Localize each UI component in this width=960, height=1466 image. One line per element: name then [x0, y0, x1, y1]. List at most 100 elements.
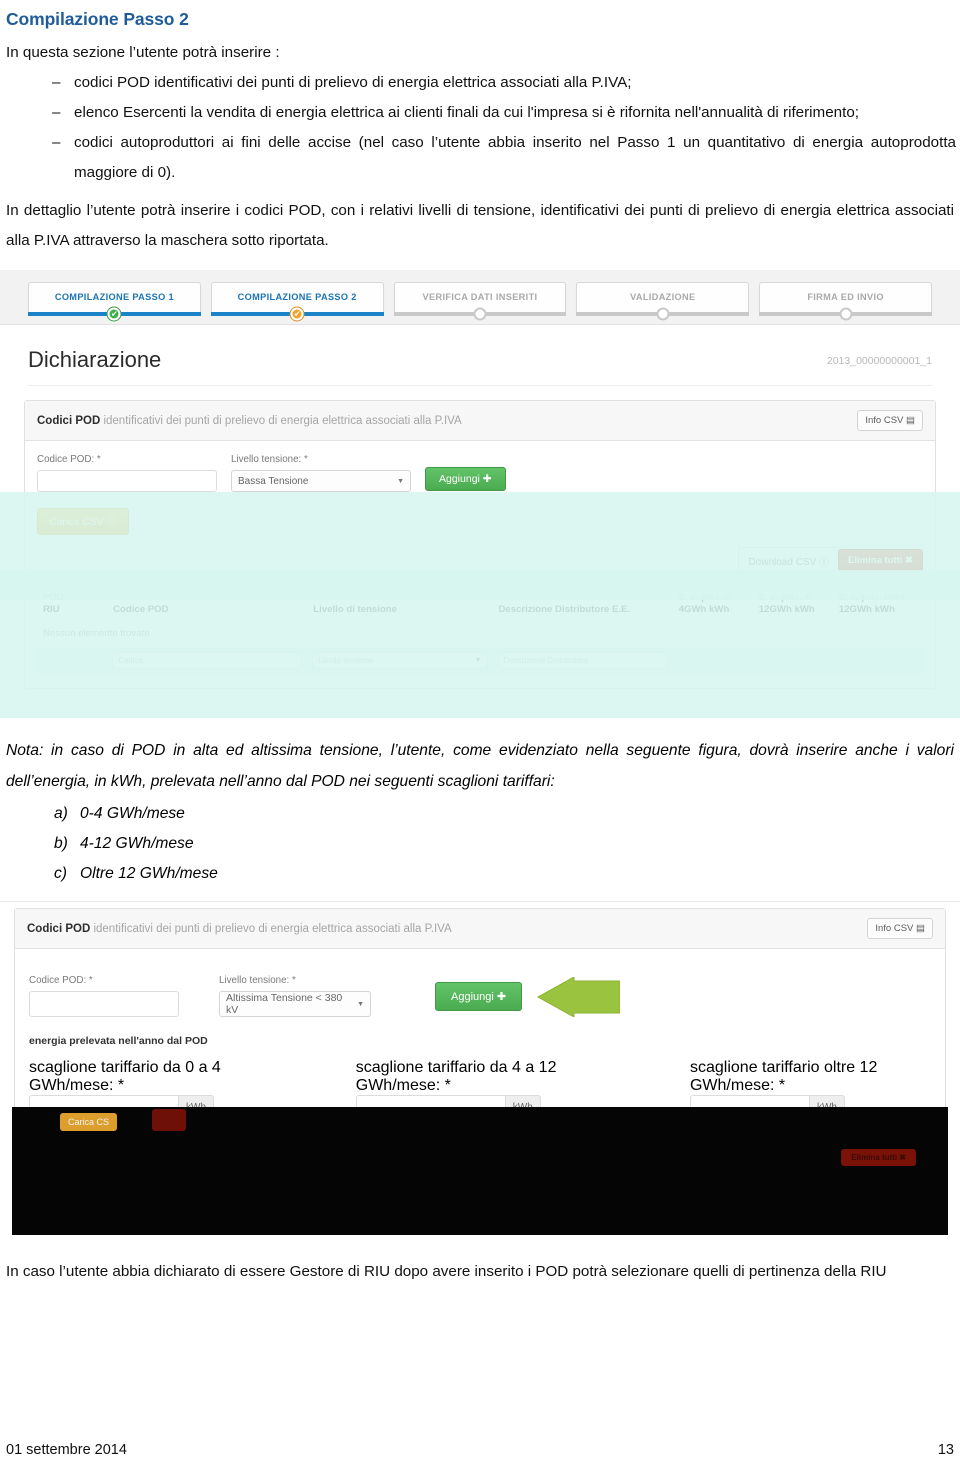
- obscured-button[interactable]: [152, 1109, 186, 1131]
- chevron-down-icon: ▼: [474, 657, 482, 664]
- codice-pod-label: Codice POD: *: [37, 454, 101, 465]
- col-descrizione-distributore: Descrizione Distributore E.E.: [498, 604, 631, 615]
- cell-livello-select: Livello tensione ▼: [307, 647, 493, 674]
- wizard-step-verifica-dati-inseriti[interactable]: VERIFICA DATI INSERITI: [393, 281, 567, 320]
- aggiungi-button-2[interactable]: Aggiungi ✚: [435, 982, 523, 1011]
- closing-block: In caso l’utente abbia dichiarato di ess…: [0, 1239, 960, 1287]
- col-codice-pod: Codice POD: [113, 604, 169, 615]
- wizard-step-bar: ✔: [28, 307, 201, 320]
- carica-csv-button-2[interactable]: Carica CS: [60, 1113, 118, 1131]
- row-livello-value: Livello tensione: [318, 656, 374, 665]
- codice-pod-label-2: Codice POD: *: [29, 975, 93, 986]
- darkened-screenshot-region: Carica CS Elimina tutti ✖: [12, 1107, 948, 1235]
- table-header-row: POD RIU Codice POD Livello di tensione D…: [37, 590, 923, 624]
- chevron-down-icon: ▼: [357, 1000, 364, 1008]
- dash-bullet-icon: –: [52, 134, 61, 151]
- empty-circle-icon: [839, 307, 853, 320]
- list-item: a) 0-4 GWh/mese: [4, 799, 956, 829]
- info-csv-label: Info CSV: [865, 415, 904, 426]
- table-row-empty: Nessun elemento trovato: [37, 624, 923, 647]
- list-item: – elenco Esercenti la vendita di energia…: [4, 98, 956, 128]
- wizard-step-compilazione-passo-2[interactable]: COMPILAZIONE PASSO 2 ✔: [210, 281, 384, 320]
- info-csv-button-2[interactable]: Info CSV ▤: [867, 918, 933, 939]
- codice-pod-input-2[interactable]: [29, 991, 179, 1017]
- livello-tensione-select[interactable]: Bassa Tensione ▼: [231, 470, 411, 492]
- wizard-step-bar: [576, 307, 750, 320]
- livello-tensione-label: Livello tensione: *: [231, 454, 308, 465]
- divider: [28, 385, 932, 386]
- document-body: Compilazione Passo 2 In questa sezione l…: [0, 9, 960, 270]
- aggiungi-field-group: Aggiungi ✚: [425, 451, 506, 492]
- scaglione-4-12-label: scaglione tariffario da 4 a 12 GWh/mese:…: [355, 1059, 557, 1094]
- carica-csv-button[interactable]: Carica CSV ⓘ: [37, 508, 130, 535]
- cell-distributore-input: Descrizione Distributore: [492, 647, 673, 674]
- wizard-step-bar: [393, 307, 567, 320]
- row-distributore-input[interactable]: Descrizione Distributore: [497, 652, 668, 669]
- panel-title-sub: identificativi dei punti di prelievo di …: [90, 922, 452, 935]
- detail-paragraph: In dettaglio l’utente potrà inserire i c…: [6, 202, 954, 249]
- pod-table-head: POD RIU Codice POD Livello di tensione D…: [37, 590, 923, 624]
- cell-ee-4-12: [752, 647, 833, 674]
- download-csv-button[interactable]: Download CSV ⓘ: [738, 547, 839, 574]
- info-csv-button[interactable]: Info CSV ▤: [857, 410, 923, 431]
- elimina-tutti-button-2[interactable]: Elimina tutti ✖: [841, 1149, 916, 1166]
- wizard-step-validazione[interactable]: VALIDAZIONE: [576, 281, 750, 320]
- dash-bullet-icon: –: [52, 74, 61, 91]
- cell-riu-checkbox: [37, 647, 108, 674]
- dash-bullet-icon: –: [52, 104, 61, 121]
- list-item-text: codici POD identificativi dei punti di p…: [74, 74, 632, 91]
- wizard-step-firma-ed-invio[interactable]: FIRMA ED INVIO: [759, 281, 932, 320]
- row-livello-tensione-select[interactable]: Livello tensione ▼: [312, 652, 488, 669]
- codice-pod-field-group: Codice POD: *: [37, 454, 217, 492]
- declaration-id: 2013_00000000001_1: [826, 355, 932, 367]
- codice-pod-input[interactable]: [37, 470, 217, 492]
- row-codice-input[interactable]: Codice: [112, 652, 303, 669]
- col-ee-prel-oltre-12gwh: E. e. prel. oltre 12GWh kWh: [838, 592, 905, 615]
- scaglioni-list: a) 0-4 GWh/mese b) 4-12 GWh/mese c) Oltr…: [4, 799, 956, 889]
- pod-table-body: Nessun elemento trovato Codice Livello t…: [37, 624, 923, 674]
- col-ee-prel-0-4gwh: E. e. prel. 0- 4GWh kWh: [678, 592, 733, 615]
- elimina-tutti-button[interactable]: Elimina tutti ✖: [838, 549, 923, 572]
- cell-ee-oltre-12: [832, 647, 923, 674]
- chevron-down-icon: ▼: [397, 477, 404, 485]
- check-circle-icon: ✔: [107, 307, 121, 320]
- list-item-text: codici autoproduttori ai fini delle acci…: [74, 134, 956, 181]
- wizard-step-compilazione-passo-1[interactable]: COMPILAZIONE PASSO 1 ✔: [28, 281, 201, 320]
- list-item-text: 4-12 GWh/mese: [80, 835, 194, 852]
- bullet-list: – codici POD identificativi dei punti di…: [4, 68, 956, 188]
- aggiungi-button[interactable]: Aggiungi ✚: [425, 467, 506, 491]
- page-footer: 01 settembre 2014 13: [0, 1442, 960, 1458]
- cell-ee-0-4: [672, 647, 753, 674]
- spacer-label: [425, 451, 506, 462]
- livello-tensione-value: Bassa Tensione: [238, 475, 309, 487]
- panel-title-sub: identificativi dei punti di prelievo di …: [100, 414, 462, 427]
- list-item: – codici autoproduttori ai fini delle ac…: [4, 128, 956, 188]
- table-actions: Download CSV ⓘ Elimina tutti ✖: [37, 547, 923, 574]
- screenshot-alta-tensione: Codici POD identificativi dei punti di p…: [0, 901, 960, 1239]
- panel-title-2: Codici POD identificativi dei punti di p…: [27, 923, 452, 935]
- pod-entry-row-2: Codice POD: * Livello tensione: * Altiss…: [29, 961, 931, 1018]
- page-title: Compilazione Passo 2: [6, 9, 189, 29]
- energia-section-label: energia prelevata nell'anno dal POD: [29, 1035, 208, 1047]
- closing-paragraph: In caso l’utente abbia dichiarato di ess…: [6, 1263, 887, 1280]
- codice-pod-field-group-2: Codice POD: *: [29, 975, 179, 1017]
- wizard-step-bar: ✔: [210, 307, 384, 320]
- spacer-label: [435, 961, 620, 972]
- annotation-arrow-icon: [534, 976, 621, 1018]
- empty-circle-icon: [656, 307, 670, 320]
- col-livello-tensione: Livello di tensione: [313, 604, 397, 615]
- check-circle-current-icon: ✔: [290, 307, 304, 320]
- list-marker: b): [54, 835, 68, 852]
- panel-body: Codice POD: * Livello tensione: * Bassa …: [25, 441, 935, 688]
- livello-tensione-label-2: Livello tensione: *: [219, 975, 296, 986]
- col-pod-riu: POD RIU: [43, 592, 64, 615]
- list-item: – codici POD identificativi dei punti di…: [4, 68, 956, 98]
- col-ee-prel-4-12gwh: E. e. prel. 4- 12GWh kWh: [758, 592, 815, 615]
- declaration-title: Dichiarazione: [28, 347, 162, 372]
- aggiungi-field-group-2: Aggiungi ✚: [435, 961, 621, 1018]
- livello-tensione-select-2[interactable]: Altissima Tensione < 380 kV ▼: [219, 991, 371, 1017]
- empty-message: Nessun elemento trovato: [43, 628, 150, 639]
- list-item: c) Oltre 12 GWh/mese: [4, 859, 956, 889]
- list-item: b) 4-12 GWh/mese: [4, 829, 956, 859]
- panel-title: Codici POD identificativi dei punti di p…: [37, 415, 462, 427]
